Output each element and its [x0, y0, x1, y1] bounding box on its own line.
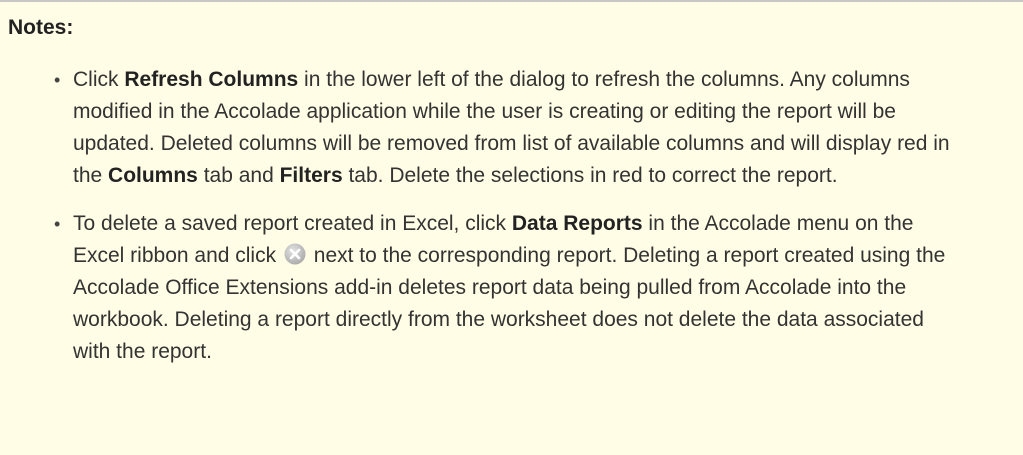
columns-tab-label: Columns: [108, 164, 198, 187]
note-2-text: To delete a saved report created in Exce…: [73, 212, 512, 235]
note-1-text: tab. Delete the selections in red to cor…: [342, 164, 838, 187]
note-item-refresh-columns: • Click Refresh Columns in the lower lef…: [54, 64, 963, 192]
note-1-text: tab and: [197, 164, 280, 187]
filters-tab-label: Filters: [279, 164, 343, 187]
notes-title: Notes:: [8, 16, 74, 39]
note-1-text: Click: [73, 68, 125, 91]
notes-list: • Click Refresh Columns in the lower lef…: [0, 64, 1023, 368]
delete-circle-icon: [284, 243, 306, 265]
bullet-icon: •: [54, 214, 61, 234]
bullet-icon: •: [54, 70, 61, 90]
data-reports-label: Data Reports: [511, 212, 643, 235]
refresh-columns-label: Refresh Columns: [124, 68, 299, 91]
note-item-delete-report: • To delete a saved report created in Ex…: [54, 208, 963, 368]
note-box: Notes: • Click Refresh Columns in the lo…: [0, 0, 1023, 455]
